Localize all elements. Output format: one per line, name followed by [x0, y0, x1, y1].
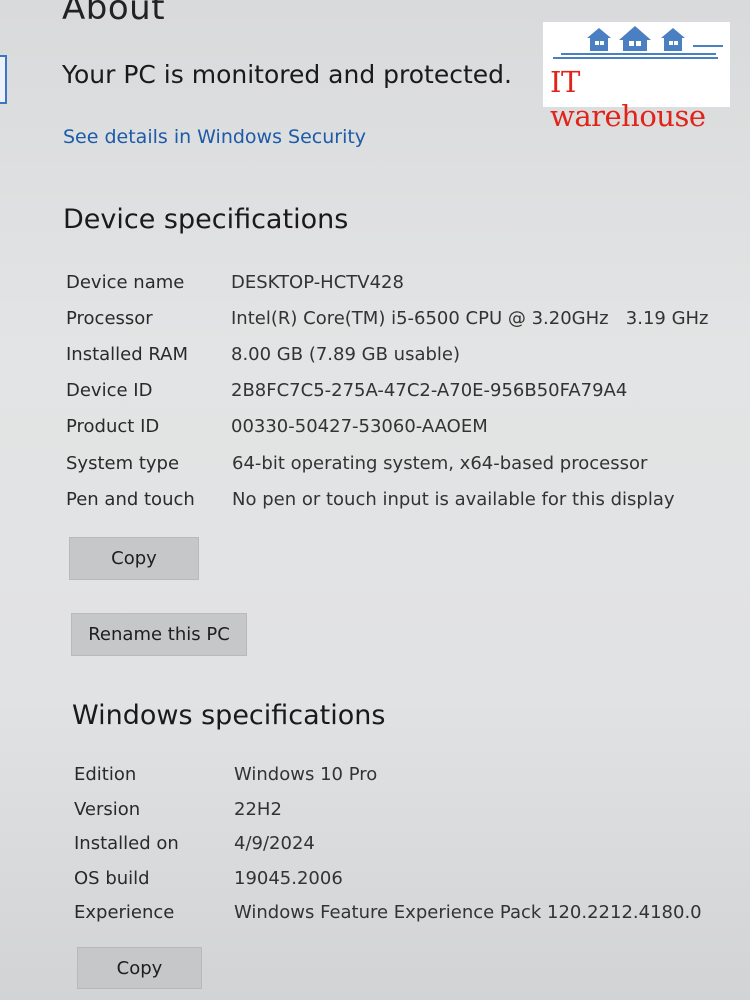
spec-label: Product ID	[66, 416, 160, 437]
spec-value: 4/9/2024	[234, 833, 315, 854]
windows-specs-heading: Windows specifications	[72, 700, 386, 731]
copy-device-specs-button[interactable]: Copy	[69, 537, 199, 580]
spec-value: 2B8FC7C5-275A-47C2-A70E-956B50FA79A4	[231, 380, 628, 401]
it-warehouse-logo: IT warehouse	[543, 22, 730, 133]
spec-value: Intel(R) Core(TM) i5-6500 CPU @ 3.20GHz …	[231, 308, 709, 329]
spec-value: Windows Feature Experience Pack 120.2212…	[234, 902, 702, 923]
protection-status: Your PC is monitored and protected.	[62, 60, 512, 89]
spec-label: Pen and touch	[66, 489, 195, 510]
spec-label: Installed RAM	[66, 344, 189, 365]
spec-label: System type	[66, 453, 180, 474]
spec-value: No pen or touch input is available for t…	[232, 489, 675, 510]
copy-windows-specs-button[interactable]: Copy	[77, 947, 202, 989]
spec-value: DESKTOP-HCTV428	[231, 272, 404, 293]
spec-value: 64-bit operating system, x64-based proce…	[232, 453, 648, 474]
page-title: About	[62, 0, 166, 28]
rename-pc-button[interactable]: Rename this PC	[71, 613, 247, 656]
spec-value: 22H2	[234, 799, 282, 820]
spec-label: Device ID	[66, 380, 153, 401]
nav-selection-indicator	[0, 55, 7, 104]
spec-label: Version	[74, 799, 141, 820]
spec-label: Edition	[74, 764, 137, 785]
spec-value: 8.00 GB (7.89 GB usable)	[231, 344, 460, 365]
spec-label: Experience	[74, 902, 175, 923]
logo-text: IT warehouse	[550, 65, 706, 133]
spec-value: Windows 10 Pro	[234, 764, 378, 785]
house-icons	[553, 26, 723, 59]
spec-label: Device name	[66, 272, 185, 293]
spec-label: Installed on	[74, 833, 179, 854]
windows-security-link[interactable]: See details in Windows Security	[63, 126, 366, 148]
spec-label: Processor	[66, 308, 153, 329]
spec-label: OS build	[74, 868, 150, 889]
device-specs-heading: Device specifications	[63, 204, 349, 235]
spec-value: 00330-50427-53060-AAOEM	[231, 416, 488, 437]
spec-value: 19045.2006	[234, 868, 343, 889]
